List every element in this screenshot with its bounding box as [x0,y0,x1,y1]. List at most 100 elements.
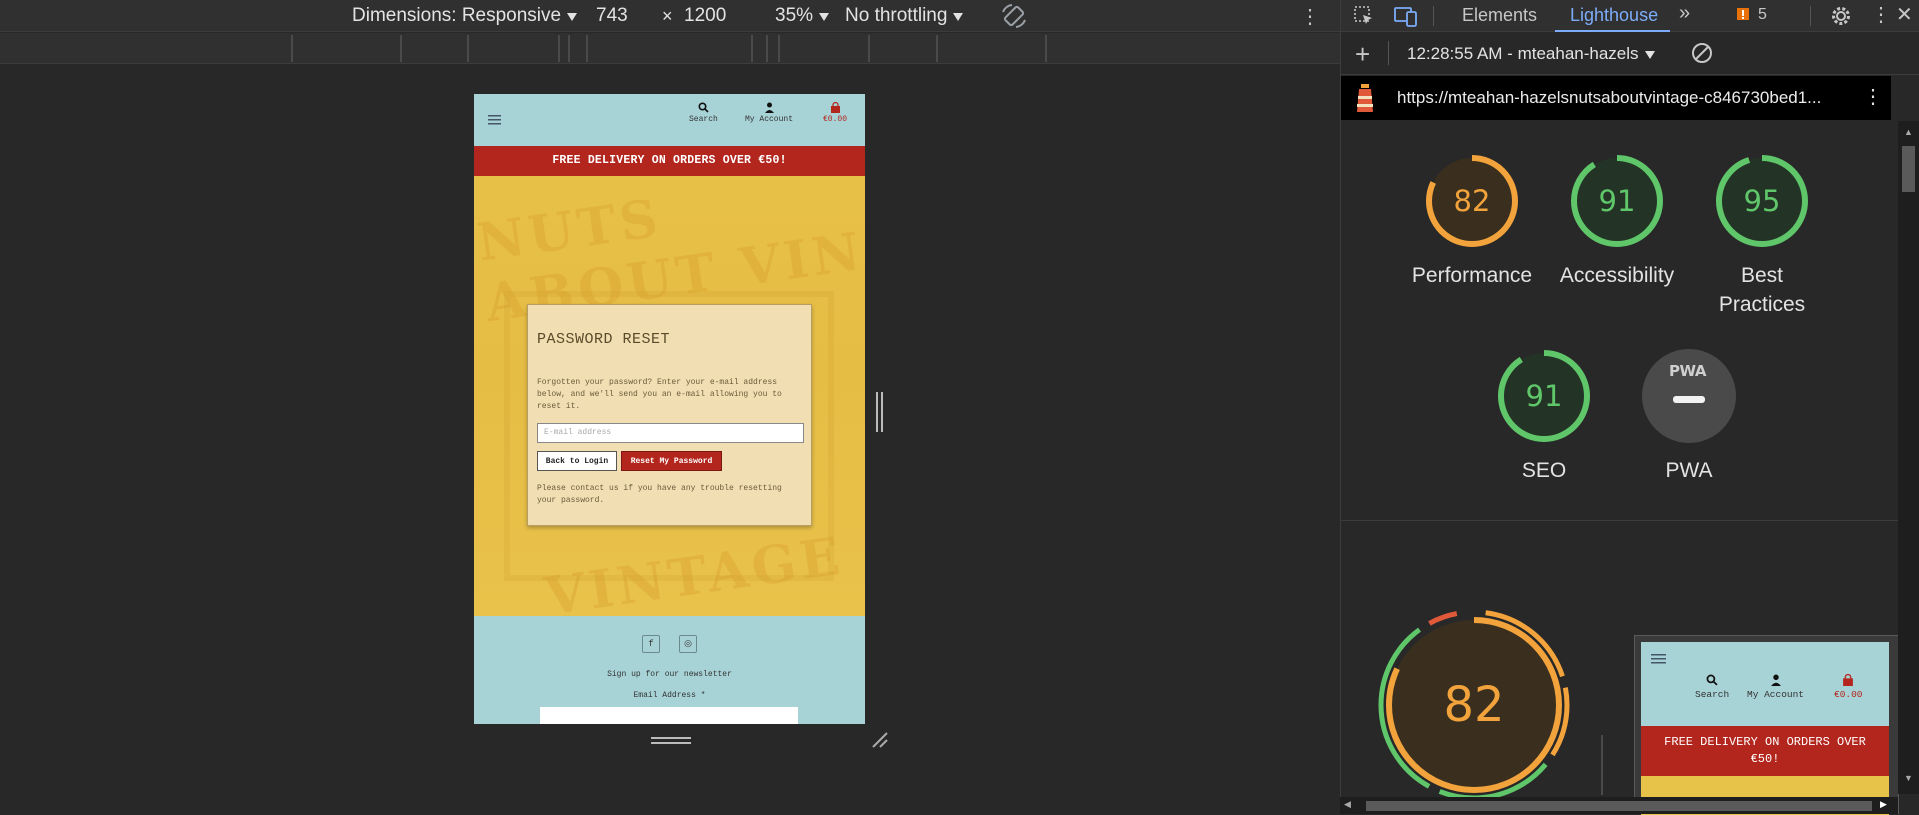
horizontal-scrollbar[interactable]: ◀ ▶ [1340,797,1898,814]
newsletter-email-label: Email Address * [633,691,706,700]
more-options-icon[interactable]: ⋮ [1300,4,1320,28]
emulated-page[interactable]: Search My Account €0.00 FREE DELIVERY ON… [474,94,865,724]
scrollbar-thumb[interactable] [1366,801,1872,811]
device-toolbar: Dimensions: Responsive 743 × 1200 35% No… [0,0,1340,32]
horizontal-resize-handle[interactable] [651,737,691,747]
user-icon [1770,674,1781,686]
toolbar-divider [1810,6,1811,26]
search-label: Search [1695,689,1730,700]
gauge-value: 91 [1525,379,1563,413]
ruler-tick [936,35,938,62]
gauge-best-practices[interactable]: 95 Best Practices [1712,153,1812,319]
scroll-right-arrow-icon[interactable]: ▶ [1880,799,1887,810]
gauge-seo[interactable]: 91 SEO [1494,348,1594,485]
chevron-down-icon [953,13,964,21]
gauge-label: Accessibility [1559,264,1675,287]
settings-gear-icon[interactable] [1829,4,1853,33]
big-gauge-value: 82 [1443,677,1505,733]
hamburger-menu-icon[interactable] [488,113,502,131]
new-report-plus-icon[interactable]: + [1355,39,1370,70]
zoom-dropdown[interactable]: 35% [775,4,830,28]
throttling-dropdown[interactable]: No throttling [845,4,964,28]
issue-flag-icon [1737,8,1749,20]
gauge-pwa[interactable]: PWA PWA [1639,348,1739,485]
ruler-tick [568,35,570,62]
pwa-dash-icon [1673,396,1705,403]
clear-block-icon[interactable] [1691,42,1713,69]
rotate-icon[interactable] [1000,4,1028,28]
corner-resize-icon[interactable] [870,730,890,750]
chevron-down-icon [567,13,578,21]
width-input[interactable]: 743 [596,4,628,28]
ruler-tick [467,35,469,62]
instagram-icon[interactable]: ◎ [679,635,697,653]
close-icon[interactable]: ✕ [1896,2,1913,27]
vertical-scrollbar[interactable]: ▲ ▼ [1898,121,1919,794]
ruler-tick [558,35,560,62]
ruler-tick [400,35,402,62]
reset-password-button[interactable]: Reset My Password [621,451,722,471]
audited-url-bar: https://mteahan-hazelsnutsaboutvintage-c… [1341,76,1891,120]
chevron-down-icon [819,13,830,21]
dimensions-dropdown[interactable]: Dimensions: Responsive [352,4,578,28]
more-tabs-icon[interactable]: » [1679,2,1690,25]
help-text: Please contact us if you have any troubl… [537,484,782,505]
ruler-tick [291,35,293,62]
gauge-label: Performance [1411,264,1533,287]
times-icon: × [662,5,673,26]
media-query-ruler [0,33,1340,64]
score-gauges: 82 Performance 91 Accessibility 95 Best … [1341,121,1901,521]
issues-count: 5 [1758,6,1767,23]
site-header: Search My Account €0.00 [474,94,865,146]
toolbar-divider [1433,6,1434,26]
ruler-tick [1045,35,1047,62]
active-tab-indicator [1555,30,1670,32]
page-screenshot-thumbnail[interactable]: Search My Account €0.00 FREE DELIVERY ON… [1634,635,1899,815]
card-title: PASSWORD RESET [537,331,671,348]
inspect-element-icon[interactable] [1353,5,1375,32]
scrollbar-thumb[interactable] [1902,146,1915,192]
device-toggle-icon[interactable] [1394,5,1418,32]
newsletter-email-field[interactable] [540,707,798,724]
tab-elements[interactable]: Elements [1462,5,1537,26]
cart-link[interactable]: €0.00 [823,102,847,124]
lighthouse-logo-icon [1353,82,1377,119]
password-reset-card: PASSWORD RESET Forgotten your password? … [527,304,812,526]
shopping-bag-icon [1843,674,1854,686]
audited-url[interactable]: https://mteahan-hazelsnutsaboutvintage-c… [1397,88,1821,108]
throttling-label: No throttling [845,5,948,26]
ruler-tick [586,35,588,62]
thumbnail-content: Search My Account €0.00 FREE DELIVERY ON… [1641,642,1889,815]
scroll-left-arrow-icon[interactable]: ◀ [1344,799,1351,810]
email-field[interactable]: E-mail address [537,423,804,443]
facebook-icon[interactable]: f [642,635,660,653]
back-to-login-button[interactable]: Back to Login [537,451,617,471]
gauge-accessibility[interactable]: 91 Accessibility [1560,153,1674,290]
ruler-tick [766,35,768,62]
shopping-bag-icon [830,102,840,113]
thumbnail-banner: FREE DELIVERY ON ORDERS OVER €50! [1641,726,1889,776]
my-account-label: My Account [745,115,794,124]
issues-counter[interactable]: 5 [1736,6,1767,24]
scroll-down-arrow-icon[interactable]: ▼ [1904,773,1913,783]
thumbnail-cart: €0.00 [1834,674,1863,700]
search-link[interactable]: Search [689,102,718,124]
more-options-icon[interactable]: ⋮ [1871,2,1891,27]
report-selector[interactable]: 12:28:55 AM - mteahan-hazels [1407,44,1655,64]
newsletter-heading: Sign up for our newsletter [607,670,732,679]
my-account-link[interactable]: My Account [745,102,793,124]
my-account-label: My Account [1747,689,1805,700]
more-options-icon[interactable]: ⋮ [1863,84,1883,109]
report-label: 12:28:55 AM - mteahan-hazels [1407,44,1639,63]
lighthouse-toolbar: + 12:28:55 AM - mteahan-hazels [1341,33,1919,75]
tab-lighthouse[interactable]: Lighthouse [1570,5,1658,26]
vertical-resize-handle[interactable] [876,392,886,432]
height-input[interactable]: 1200 [684,4,726,28]
dimensions-label: Dimensions: Responsive [352,5,562,26]
gauge-label: Best Practices [1718,264,1806,316]
hamburger-menu-icon [1651,652,1667,670]
gauge-performance[interactable]: 82 Performance [1412,153,1532,290]
ruler-tick [868,35,870,62]
scroll-up-arrow-icon[interactable]: ▲ [1904,127,1913,137]
search-icon [1706,674,1718,686]
